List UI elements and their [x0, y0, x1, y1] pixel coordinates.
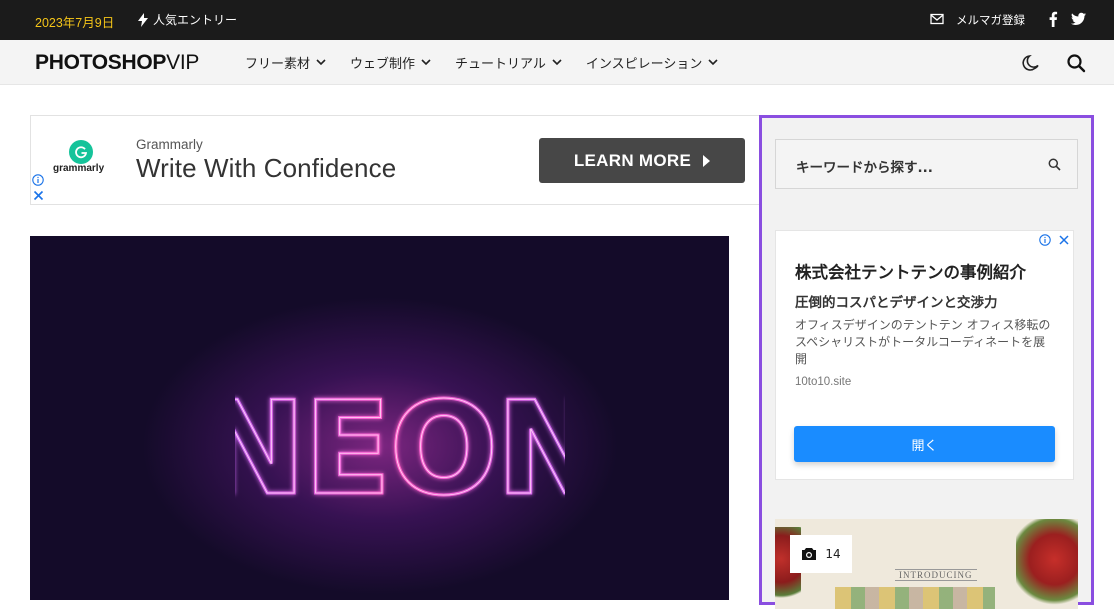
- chevron-down-icon: [316, 59, 326, 66]
- nav-item-label: フリー素材: [245, 57, 311, 72]
- ad-close-icon[interactable]: [33, 190, 44, 201]
- mail-icon[interactable]: [930, 12, 944, 26]
- floral-lettering: [835, 587, 995, 609]
- sidebar: キーワードから探す... 株式会社テントテンの事例紹介 圧倒的コスパとデザインと…: [759, 115, 1094, 609]
- sidebar-ad-subtitle: 圧倒的コスパとデザインと交渉力: [795, 295, 998, 311]
- featured-image-neon[interactable]: NEON NEON: [30, 236, 729, 600]
- sidebar-ad[interactable]: 株式会社テントテンの事例紹介 圧倒的コスパとデザインと交渉力 オフィスデザインの…: [775, 230, 1074, 480]
- chevron-down-icon: [552, 59, 562, 66]
- logo-main: PHOTOSHOP: [35, 51, 167, 74]
- neon-text-graphic: NEON NEON: [235, 391, 565, 511]
- popular-entries-label: 人気エントリー: [153, 13, 238, 27]
- ad-info-icon[interactable]: [32, 174, 44, 186]
- popular-entries-link[interactable]: 人気エントリー: [138, 11, 237, 28]
- grammarly-wordmark: grammarly: [53, 163, 105, 174]
- learn-more-button[interactable]: LEARN MORE: [539, 138, 745, 183]
- ad-info-icon[interactable]: [1039, 234, 1051, 246]
- main-nav: フリー素材 ウェブ制作 チュートリアル インスピレーション: [245, 40, 742, 85]
- nav-item-free-materials[interactable]: フリー素材: [245, 53, 326, 72]
- neon-text-inner: NEON: [235, 391, 565, 511]
- camera-icon: [802, 548, 817, 560]
- grammarly-logo-icon: [69, 140, 93, 164]
- bolt-icon: [138, 12, 148, 27]
- current-date: 2023年7月9日: [35, 16, 115, 30]
- open-button[interactable]: 開く: [794, 426, 1055, 462]
- ad-close-icon[interactable]: [1059, 235, 1069, 245]
- nav-item-inspiration[interactable]: インスピレーション: [586, 53, 718, 72]
- moon-icon[interactable]: [1021, 53, 1041, 73]
- twitter-icon[interactable]: [1071, 12, 1086, 26]
- logo-vip: VIP: [166, 51, 200, 74]
- photo-count: 14: [825, 547, 841, 561]
- nav-item-label: ウェブ制作: [350, 57, 416, 72]
- ad-brand: Grammarly: [136, 137, 203, 152]
- learn-more-label: LEARN MORE: [573, 150, 692, 170]
- ad-banner[interactable]: grammarly Grammarly Write With Confidenc…: [30, 115, 760, 205]
- nav-item-label: インスピレーション: [585, 57, 703, 72]
- top-bar: 2023年7月9日 人気エントリー メルマガ登録: [0, 0, 1114, 40]
- play-arrow-icon: [703, 154, 711, 167]
- nav-item-web-production[interactable]: ウェブ制作: [350, 53, 431, 72]
- rose-decoration: [1016, 519, 1078, 609]
- site-header: PHOTOSHOPVIP フリー素材 ウェブ制作 チュートリアル インスピレーシ…: [0, 40, 1114, 85]
- sidebar-ad-title[interactable]: 株式会社テントテンの事例紹介: [795, 259, 1026, 283]
- newsletter-link[interactable]: メルマガ登録: [956, 12, 1025, 28]
- search-placeholder: キーワードから探す...: [796, 160, 933, 176]
- search-icon[interactable]: [1066, 53, 1086, 73]
- introducing-label: INTRODUCING: [895, 569, 977, 581]
- sidebar-search-input[interactable]: キーワードから探す...: [775, 139, 1078, 189]
- site-logo[interactable]: PHOTOSHOPVIP: [35, 51, 199, 75]
- sidebar-gallery-card[interactable]: INTRODUCING 14: [775, 519, 1078, 609]
- search-icon[interactable]: [1048, 158, 1061, 171]
- ad-headline: Write With Confidence: [136, 153, 397, 183]
- nav-item-label: チュートリアル: [455, 57, 546, 72]
- chevron-down-icon: [708, 59, 718, 66]
- chevron-down-icon: [421, 59, 431, 66]
- sidebar-ad-domain: 10to10.site: [795, 376, 852, 388]
- photo-count-badge: 14: [790, 535, 852, 573]
- facebook-icon[interactable]: [1048, 11, 1058, 27]
- sidebar-ad-body: オフィスデザインのテントテン オフィス移転のスペシャリストがトータルコーディネー…: [795, 318, 1051, 366]
- nav-item-tutorials[interactable]: チュートリアル: [455, 53, 562, 72]
